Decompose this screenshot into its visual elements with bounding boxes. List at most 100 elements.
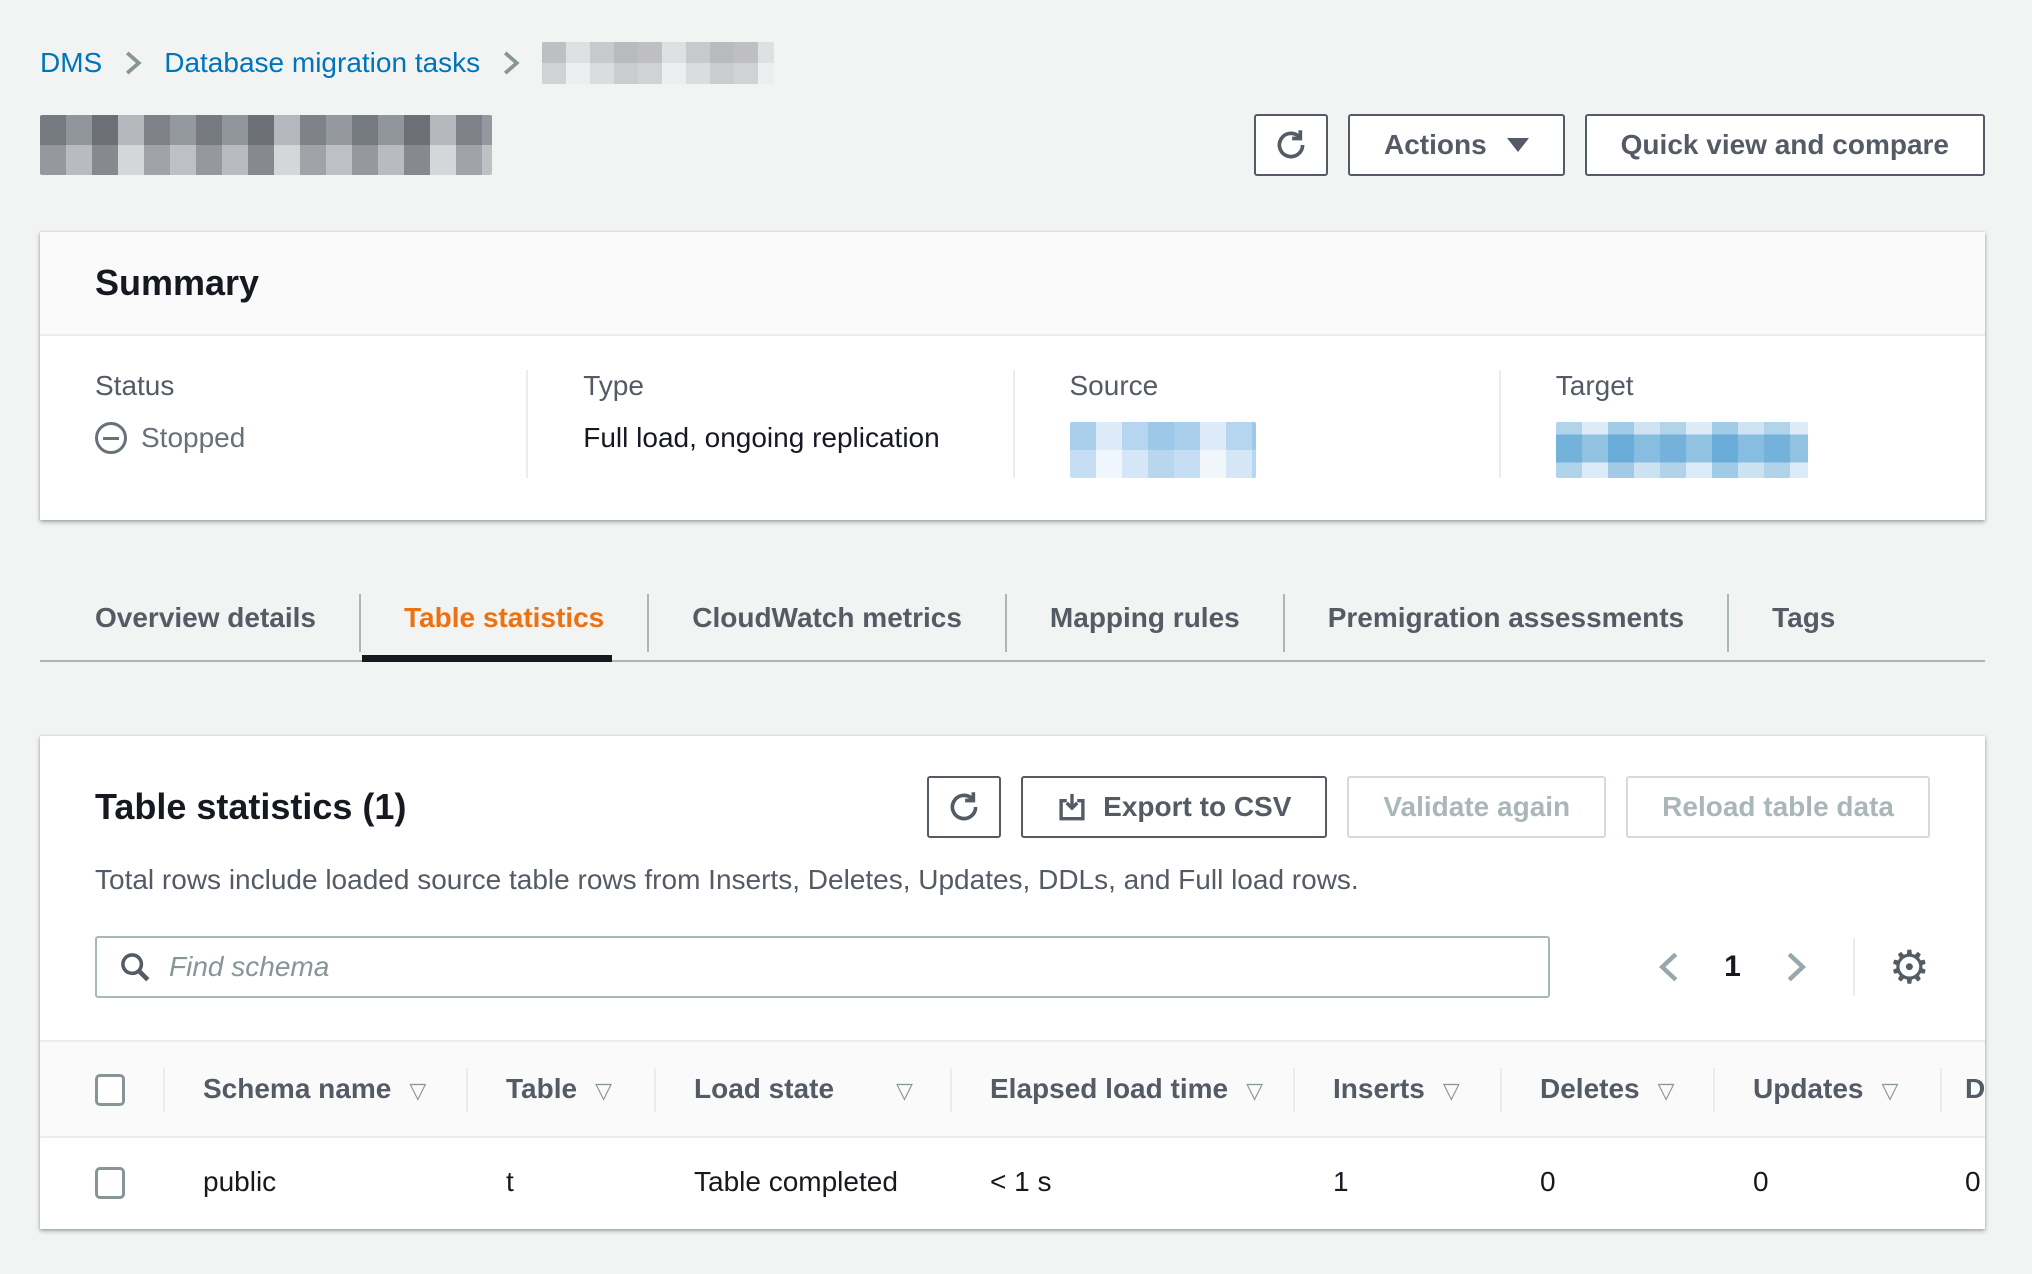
tab-premigration-assessments[interactable]: Premigration assessments: [1284, 560, 1728, 660]
column-header-updates[interactable]: Updates ▽: [1713, 1041, 1940, 1137]
column-label: Elapsed load time: [990, 1073, 1228, 1104]
refresh-table-button[interactable]: [927, 776, 1001, 838]
row-checkbox[interactable]: [95, 1167, 125, 1199]
reload-table-data-button[interactable]: Reload table data: [1626, 776, 1930, 838]
table-statistics-description: Total rows include loaded source table r…: [40, 838, 1985, 896]
cell-deletes: 0: [1500, 1137, 1713, 1230]
cell-updates: 0: [1713, 1137, 1940, 1230]
quick-view-button-label: Quick view and compare: [1621, 129, 1949, 161]
row-select-cell: [40, 1137, 163, 1230]
sort-icon[interactable]: ▽: [1658, 1078, 1675, 1103]
pagination: 1: [1652, 946, 1813, 988]
chevron-right-icon: [502, 50, 520, 76]
gear-icon[interactable]: ⚙: [1889, 944, 1930, 990]
cell-clipped: 0: [1940, 1137, 1985, 1230]
summary-type-column: Type Full load, ongoing replication: [526, 370, 1012, 478]
summary-card: Summary Status Stopped Type Full load, o…: [40, 232, 1985, 520]
schema-search: [95, 936, 1550, 998]
download-icon: [1057, 792, 1087, 822]
target-label: Target: [1556, 370, 1955, 402]
table-row: public t Table completed < 1 s 1 0 0 0: [40, 1137, 1985, 1230]
column-header-clipped[interactable]: D: [1940, 1041, 1985, 1137]
column-header-table[interactable]: Table ▽: [466, 1041, 654, 1137]
column-header-load-state[interactable]: Load state ▽: [654, 1041, 950, 1137]
actions-button[interactable]: Actions: [1348, 114, 1565, 176]
column-label: D: [1965, 1073, 1985, 1104]
column-header-inserts[interactable]: Inserts ▽: [1293, 1041, 1500, 1137]
actions-button-label: Actions: [1384, 129, 1487, 161]
find-schema-input[interactable]: [95, 936, 1550, 998]
column-label: Table: [506, 1073, 577, 1104]
cell-schema-name: public: [163, 1137, 466, 1230]
table-statistics-table-wrap: Schema name ▽ Table ▽ Load state ▽ Elapsed …: [40, 1040, 1985, 1229]
sort-icon[interactable]: ▽: [1246, 1078, 1263, 1103]
previous-page-icon[interactable]: [1652, 946, 1686, 988]
export-to-csv-button[interactable]: Export to CSV: [1021, 776, 1327, 838]
sort-icon[interactable]: ▽: [1443, 1078, 1460, 1103]
chevron-right-icon: [124, 50, 142, 76]
breadcrumb: DMS Database migration tasks: [40, 0, 1985, 84]
type-value: Full load, ongoing replication: [583, 422, 982, 454]
sort-icon[interactable]: ▽: [409, 1078, 426, 1103]
page-header: Actions Quick view and compare: [40, 114, 1985, 176]
status-value-text: Stopped: [141, 422, 245, 454]
validate-again-button[interactable]: Validate again: [1347, 776, 1606, 838]
column-label: Inserts: [1333, 1073, 1425, 1104]
header-buttons: Actions Quick view and compare: [1254, 114, 1985, 176]
target-value-redacted: [1556, 422, 1808, 478]
summary-target-column: Target: [1499, 370, 1985, 478]
column-label: Schema name: [203, 1073, 391, 1104]
summary-status-column: Status Stopped: [40, 370, 526, 478]
validate-button-label: Validate again: [1383, 791, 1570, 823]
cell-load-state: Table completed: [654, 1137, 950, 1230]
table-statistics-buttons: Export to CSV Validate again Reload tabl…: [927, 776, 1930, 838]
breadcrumb-link-tasks[interactable]: Database migration tasks: [164, 47, 480, 79]
cell-inserts: 1: [1293, 1137, 1500, 1230]
breadcrumb-link-dms[interactable]: DMS: [40, 47, 102, 79]
summary-card-body: Status Stopped Type Full load, ongoing r…: [40, 336, 1985, 520]
task-detail-tabs: Overview details Table statistics CloudW…: [40, 560, 1985, 662]
minus-circle-icon: [95, 422, 127, 454]
page-number[interactable]: 1: [1724, 950, 1741, 984]
refresh-icon: [1274, 128, 1308, 162]
tab-overview-details[interactable]: Overview details: [40, 560, 360, 660]
page-title-redacted: [40, 115, 492, 175]
summary-card-header: Summary: [40, 232, 1985, 336]
column-label: Deletes: [1540, 1073, 1640, 1104]
table-statistics-title: Table statistics (1): [95, 786, 406, 828]
caret-down-icon: [1507, 138, 1529, 152]
table-toolbar: 1 ⚙: [40, 896, 1985, 998]
reload-button-label: Reload table data: [1662, 791, 1894, 823]
tab-mapping-rules[interactable]: Mapping rules: [1006, 560, 1284, 660]
table-statistics-header: Table statistics (1): [40, 736, 1985, 838]
column-label: Updates: [1753, 1073, 1863, 1104]
sort-icon[interactable]: ▽: [896, 1078, 913, 1103]
select-all-checkbox[interactable]: [95, 1074, 125, 1106]
select-all-cell: [40, 1041, 163, 1137]
status-value: Stopped: [95, 422, 496, 454]
summary-source-column: Source: [1013, 370, 1499, 478]
table-statistics-table: Schema name ▽ Table ▽ Load state ▽ Elapsed …: [40, 1040, 1985, 1229]
toolbar-divider: [1853, 938, 1855, 996]
refresh-button[interactable]: [1254, 114, 1328, 176]
table-header-row: Schema name ▽ Table ▽ Load state ▽ Elapsed …: [40, 1041, 1985, 1137]
next-page-icon[interactable]: [1779, 946, 1813, 988]
export-button-label: Export to CSV: [1103, 791, 1291, 823]
sort-icon[interactable]: ▽: [595, 1078, 612, 1103]
quick-view-and-compare-button[interactable]: Quick view and compare: [1585, 114, 1985, 176]
summary-title: Summary: [95, 262, 1930, 304]
column-header-schema-name[interactable]: Schema name ▽: [163, 1041, 466, 1137]
type-label: Type: [583, 370, 982, 402]
sort-icon[interactable]: ▽: [1881, 1078, 1898, 1103]
tab-cloudwatch-metrics[interactable]: CloudWatch metrics: [648, 560, 1006, 660]
source-label: Source: [1070, 370, 1469, 402]
tab-table-statistics[interactable]: Table statistics: [360, 560, 648, 660]
column-header-elapsed-load-time[interactable]: Elapsed load time ▽: [950, 1041, 1293, 1137]
column-header-deletes[interactable]: Deletes ▽: [1500, 1041, 1713, 1137]
column-label: Load state: [694, 1073, 834, 1104]
table-statistics-card: Table statistics (1): [40, 736, 1985, 1229]
refresh-icon: [947, 790, 981, 824]
tab-tags[interactable]: Tags: [1728, 560, 1879, 660]
dms-task-page: DMS Database migration tasks Actions: [0, 0, 2032, 1274]
breadcrumb-redacted-task-name: [542, 42, 774, 84]
